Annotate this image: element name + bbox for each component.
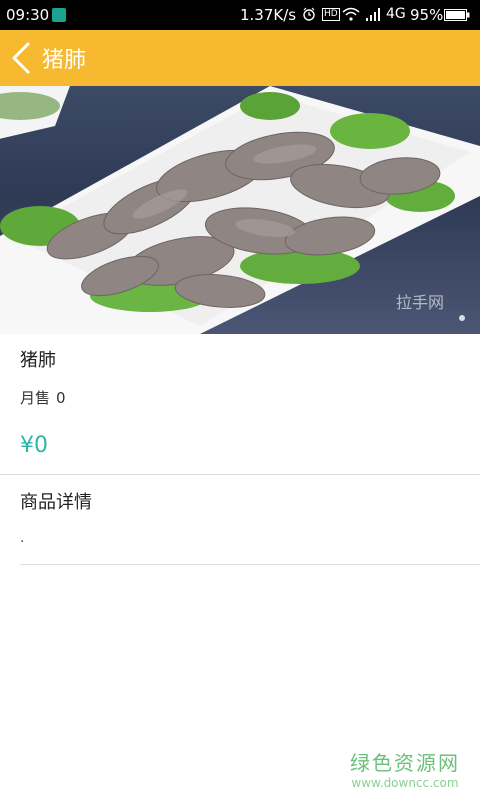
- signal-icon: [366, 8, 380, 21]
- details-body: .: [20, 530, 25, 546]
- battery-icon: [444, 9, 470, 21]
- status-network-type: 4G: [386, 6, 406, 22]
- product-name: 猪肺: [20, 350, 56, 371]
- product-detail-screen: 09:30 1.37K/s HD 4G 95% 猪肺 拉手网 猪肺 月售 0 ¥…: [0, 0, 480, 800]
- divider: [0, 474, 480, 475]
- status-battery-percent: 95%: [410, 6, 444, 24]
- monthly-sales: 月售 0: [20, 387, 66, 408]
- status-bar: 09:30 1.37K/s HD 4G 95%: [0, 0, 480, 30]
- status-time: 09:30: [6, 6, 50, 24]
- site-watermark: 绿色资源网 www.downcc.com: [350, 747, 460, 790]
- page-title: 猪肺: [42, 48, 87, 73]
- chevron-left-icon[interactable]: [8, 40, 34, 76]
- watermark-title: 绿色资源网: [350, 751, 460, 775]
- alarm-icon: [303, 7, 315, 21]
- image-watermark: 拉手网: [396, 293, 444, 312]
- details-title: 商品详情: [20, 492, 92, 513]
- product-image: 拉手网: [0, 86, 480, 334]
- hd-icon: HD: [322, 8, 340, 21]
- divider: [20, 564, 480, 565]
- app-bar: 猪肺: [0, 30, 480, 86]
- monthly-sales-value: 0: [56, 389, 66, 407]
- wifi-icon: [342, 7, 360, 21]
- notification-icon: [52, 8, 66, 22]
- watermark-url: www.downcc.com: [351, 776, 459, 790]
- status-net-speed: 1.37K/s: [240, 6, 297, 24]
- product-price: ¥0: [20, 433, 48, 458]
- monthly-sales-label: 月售: [20, 389, 51, 407]
